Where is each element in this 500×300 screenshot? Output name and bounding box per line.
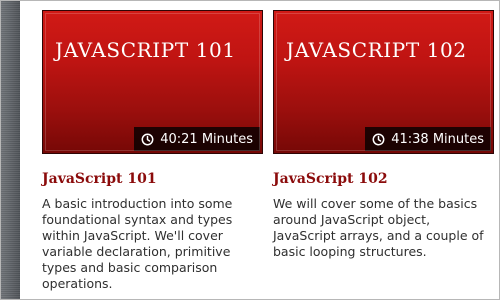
clock-icon — [372, 133, 385, 146]
duration-badge: 41:38 Minutes — [365, 127, 491, 151]
duration-text: 40:21 Minutes — [160, 131, 253, 147]
course-thumbnail[interactable]: JavaScript 101 40:21 Minutes — [42, 10, 263, 154]
clock-icon — [141, 133, 154, 146]
course-description: A basic introduction into some foundatio… — [42, 196, 233, 291]
course-card[interactable]: JavaScript 102 41:38 Minutes JavaScript … — [273, 10, 494, 260]
thumbnail-title: JavaScript 101 — [55, 38, 236, 62]
duration-badge: 40:21 Minutes — [134, 127, 260, 151]
thumbnail-title: JavaScript 102 — [286, 38, 467, 62]
course-thumbnail[interactable]: JavaScript 102 41:38 Minutes — [273, 10, 494, 154]
duration-text: 41:38 Minutes — [391, 131, 484, 147]
course-title-link[interactable]: JavaScript 102 — [273, 170, 494, 188]
course-description: We will cover some of the basics around … — [273, 196, 484, 259]
left-rail — [1, 1, 20, 299]
course-card[interactable]: JavaScript 101 40:21 Minutes JavaScript … — [42, 10, 263, 292]
course-title-link[interactable]: JavaScript 101 — [42, 170, 263, 188]
